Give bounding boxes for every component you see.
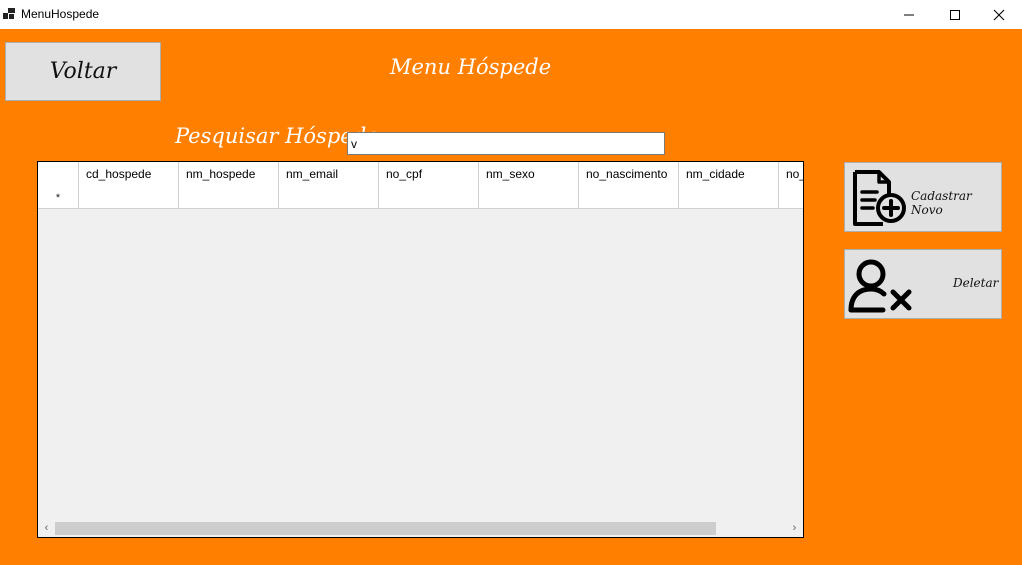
grid-cell[interactable]	[479, 185, 579, 209]
column-header[interactable]: cd_hospede	[79, 162, 179, 185]
horizontal-scrollbar[interactable]: ‹ ›	[38, 519, 803, 537]
title-bar: MenuHospede	[0, 0, 1022, 29]
column-header[interactable]: nm_sexo	[479, 162, 579, 185]
column-header[interactable]: nm_cidade	[679, 162, 779, 185]
column-header[interactable]: no_nascimento	[579, 162, 679, 185]
maximize-button[interactable]	[932, 0, 978, 29]
grid-cell[interactable]	[179, 185, 279, 209]
add-guest-button[interactable]: Cadastrar Novo	[844, 162, 1002, 232]
column-header[interactable]: nm_email	[279, 162, 379, 185]
grid-cell[interactable]	[779, 185, 803, 209]
page-title: Menu Hóspede	[390, 55, 552, 79]
minimize-button[interactable]	[886, 0, 932, 29]
scroll-thumb[interactable]	[55, 522, 716, 535]
back-button[interactable]: Voltar	[5, 42, 161, 101]
delete-guest-button[interactable]: Deletar	[844, 249, 1002, 319]
scroll-left-icon[interactable]: ‹	[38, 520, 55, 537]
close-button[interactable]	[976, 0, 1022, 29]
grid-cell[interactable]	[79, 185, 179, 209]
grid-corner-cell[interactable]	[38, 162, 79, 185]
client-area: Voltar Menu Hóspede Pesquisar Hóspede: c…	[0, 29, 1022, 565]
document-add-icon	[853, 170, 906, 226]
search-input[interactable]	[347, 132, 665, 155]
grid-new-row[interactable]: *	[38, 185, 803, 209]
user-remove-icon	[848, 259, 912, 313]
close-icon	[993, 9, 1005, 21]
guest-data-grid[interactable]: cd_hospede nm_hospede nm_email no_cpf nm…	[37, 161, 804, 538]
column-header[interactable]: no_	[779, 162, 803, 185]
scroll-right-icon[interactable]: ›	[786, 520, 803, 537]
new-row-marker[interactable]: *	[38, 185, 79, 209]
app-icon	[3, 8, 15, 19]
add-guest-label: Cadastrar Novo	[911, 189, 972, 217]
grid-cell[interactable]	[379, 185, 479, 209]
maximize-icon	[950, 10, 960, 20]
grid-header-row: cd_hospede nm_hospede nm_email no_cpf nm…	[38, 162, 803, 186]
grid-cell[interactable]	[579, 185, 679, 209]
grid-cell[interactable]	[679, 185, 779, 209]
grid-cell[interactable]	[279, 185, 379, 209]
minimize-icon	[904, 14, 914, 16]
column-header[interactable]: no_cpf	[379, 162, 479, 185]
delete-guest-label: Deletar	[953, 276, 999, 290]
window-title: MenuHospede	[21, 7, 100, 21]
column-header[interactable]: nm_hospede	[179, 162, 279, 185]
